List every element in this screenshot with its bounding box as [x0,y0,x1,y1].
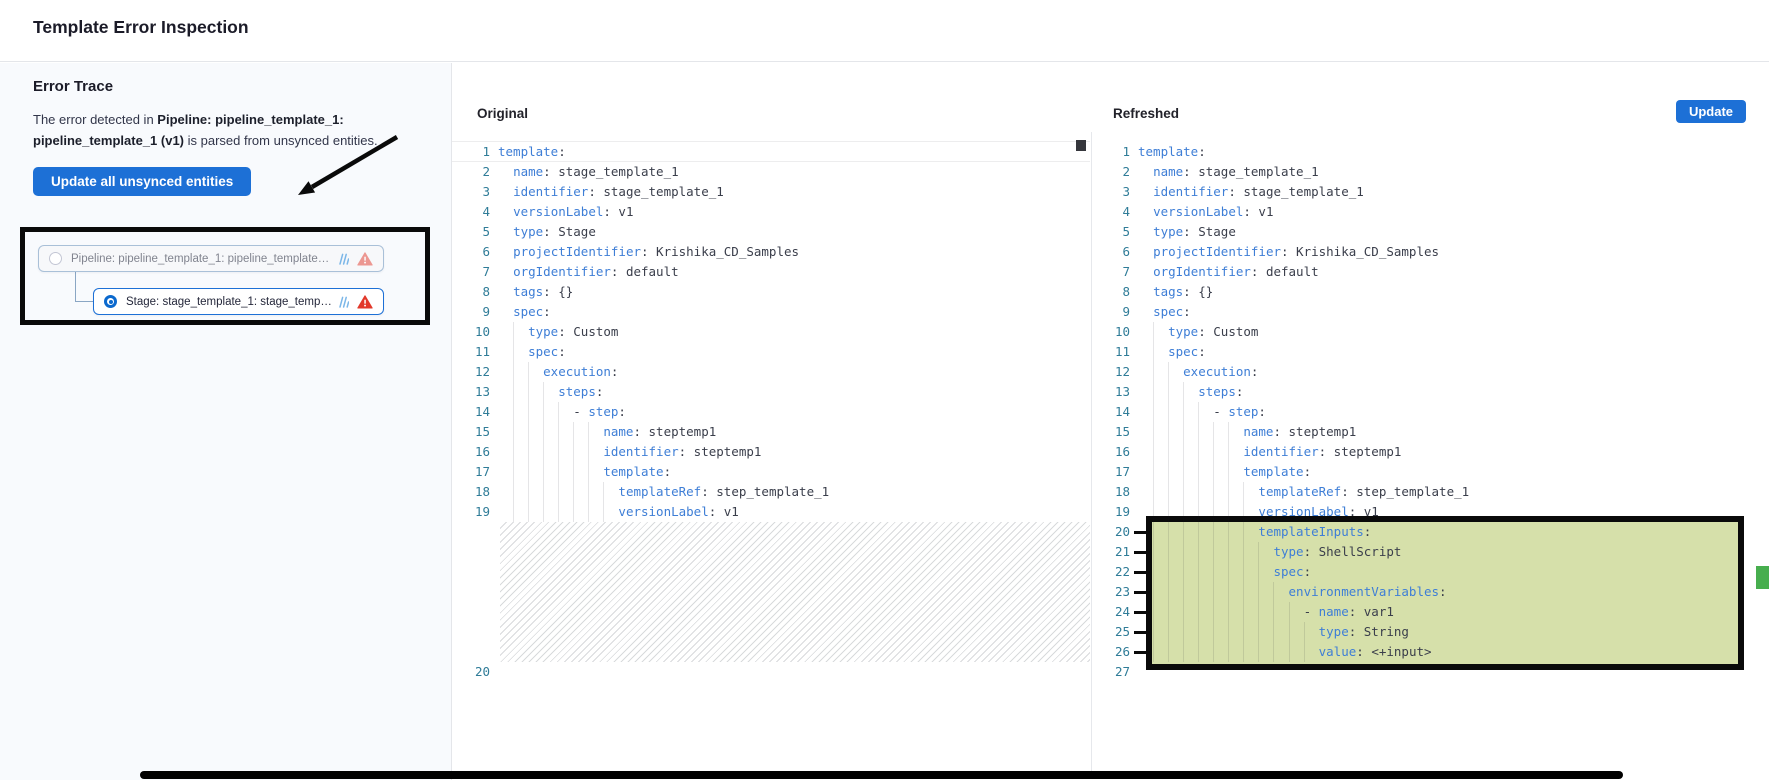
error-trace-panel: Error Trace The error detected in Pipeli… [0,63,452,780]
code-line: 4 versionLabel: v1 [1092,202,1769,222]
radio-selected-icon[interactable] [104,295,117,308]
code-line: 6 projectIdentifier: Krishika_CD_Samples [1092,242,1769,262]
diff-hatch-region [500,522,1090,662]
tree-connector [75,301,93,302]
code-line: 17 template: [452,462,1092,482]
code-line: 20 [452,662,1092,682]
code-line: 18 templateRef: step_template_1 [1092,482,1769,502]
code-line: 12 execution: [452,362,1092,382]
code-line: 5 type: Stage [1092,222,1769,242]
code-line: 11 spec: [1092,342,1769,362]
panel-title-original: Original [477,106,528,121]
code-line: 3 identifier: stage_template_1 [1092,182,1769,202]
code-line: 23 environmentVariables: [1092,582,1769,602]
inserted-line-marker [1134,591,1147,594]
code-line: 16 identifier: steptemp1 [452,442,1092,462]
code-line: 8 tags: {} [1092,282,1769,302]
inserted-line-marker [1134,571,1147,574]
code-line: 14 - step: [1092,402,1769,422]
inserted-line-marker [1134,611,1147,614]
code-line: 27 [1092,662,1769,682]
tree-node-stage[interactable]: Stage: stage_template_1: stage_templat..… [93,288,384,315]
template-error-inspection-page: Template Error Inspection Error Trace Th… [0,0,1769,780]
code-line: 5 type: Stage [452,222,1092,242]
code-line: 3 identifier: stage_template_1 [452,182,1092,202]
code-line: 9 spec: [1092,302,1769,322]
code-line: 1template: [452,142,1092,162]
line-number: 20 [452,662,490,682]
code-line: 20 templateInputs: [1092,522,1769,542]
code-line: 16 identifier: steptemp1 [1092,442,1769,462]
template-library-icon [338,296,349,308]
code-line: 4 versionLabel: v1 [452,202,1092,222]
code-line: 8 tags: {} [452,282,1092,302]
description-suffix: is parsed from unsynced entities. [184,133,378,148]
update-all-unsynced-entities-button[interactable]: Update all unsynced entities [33,167,251,196]
refreshed-code-editor[interactable]: 1template:2 name: stage_template_13 iden… [1092,132,1769,780]
page-title: Template Error Inspection [33,17,249,38]
original-code-editor[interactable]: 20 1template:2 name: stage_template_13 i… [452,132,1092,780]
tree-node-pipeline[interactable]: Pipeline: pipeline_template_1: pipeline_… [38,245,384,272]
code-line: 22 spec: [1092,562,1769,582]
warning-icon [357,252,373,266]
bottom-screen-bar [140,771,1623,779]
code-line: 25 type: String [1092,622,1769,642]
code-line: 19 versionLabel: v1 [452,502,1092,522]
inserted-line-marker [1134,551,1147,554]
code-line: 19 versionLabel: v1 [1092,502,1769,522]
inserted-line-marker [1134,531,1147,534]
tree-node-label: Pipeline: pipeline_template_1: pipeline_… [71,253,332,265]
code-line: 7 orgIdentifier: default [452,262,1092,282]
code-line: 7 orgIdentifier: default [1092,262,1769,282]
update-button[interactable]: Update [1676,100,1746,123]
code-line: 13 steps: [1092,382,1769,402]
error-trace-tree-annotation-box: Pipeline: pipeline_template_1: pipeline_… [20,227,430,325]
code-line: 2 name: stage_template_1 [1092,162,1769,182]
radio-unselected-icon[interactable] [49,252,62,265]
tree-node-label: Stage: stage_template_1: stage_templat..… [126,296,332,308]
code-line: 14 - step: [452,402,1092,422]
code-line: 17 template: [1092,462,1769,482]
code-line: 15 name: steptemp1 [452,422,1092,442]
code-line: 12 execution: [1092,362,1769,382]
code-line: 11 spec: [452,342,1092,362]
code-line: 10 type: Custom [1092,322,1769,342]
code-line: 1template: [1092,142,1769,162]
tree-connector [75,272,76,302]
warning-icon [357,295,373,309]
code-line: 26 value: <+input> [1092,642,1769,662]
inserted-line-marker [1134,651,1147,654]
error-trace-heading: Error Trace [33,78,113,95]
code-line: 24 - name: var1 [1092,602,1769,622]
template-library-icon [338,253,349,265]
description-prefix: The error detected in [33,112,157,127]
inserted-line-marker [1134,631,1147,634]
code-line: 6 projectIdentifier: Krishika_CD_Samples [452,242,1092,262]
code-line: 2 name: stage_template_1 [452,162,1092,182]
code-line: 18 templateRef: step_template_1 [452,482,1092,502]
error-trace-description: The error detected in Pipeline: pipeline… [33,109,429,151]
code-line: 21 type: ShellScript [1092,542,1769,562]
line-number: 27 [1092,662,1130,682]
code-line: 13 steps: [452,382,1092,402]
code-line: 10 type: Custom [452,322,1092,342]
code-line: 15 name: steptemp1 [1092,422,1769,442]
panel-title-refreshed: Refreshed [1113,106,1179,121]
code-line: 9 spec: [452,302,1092,322]
app-header: Template Error Inspection [0,0,1769,62]
